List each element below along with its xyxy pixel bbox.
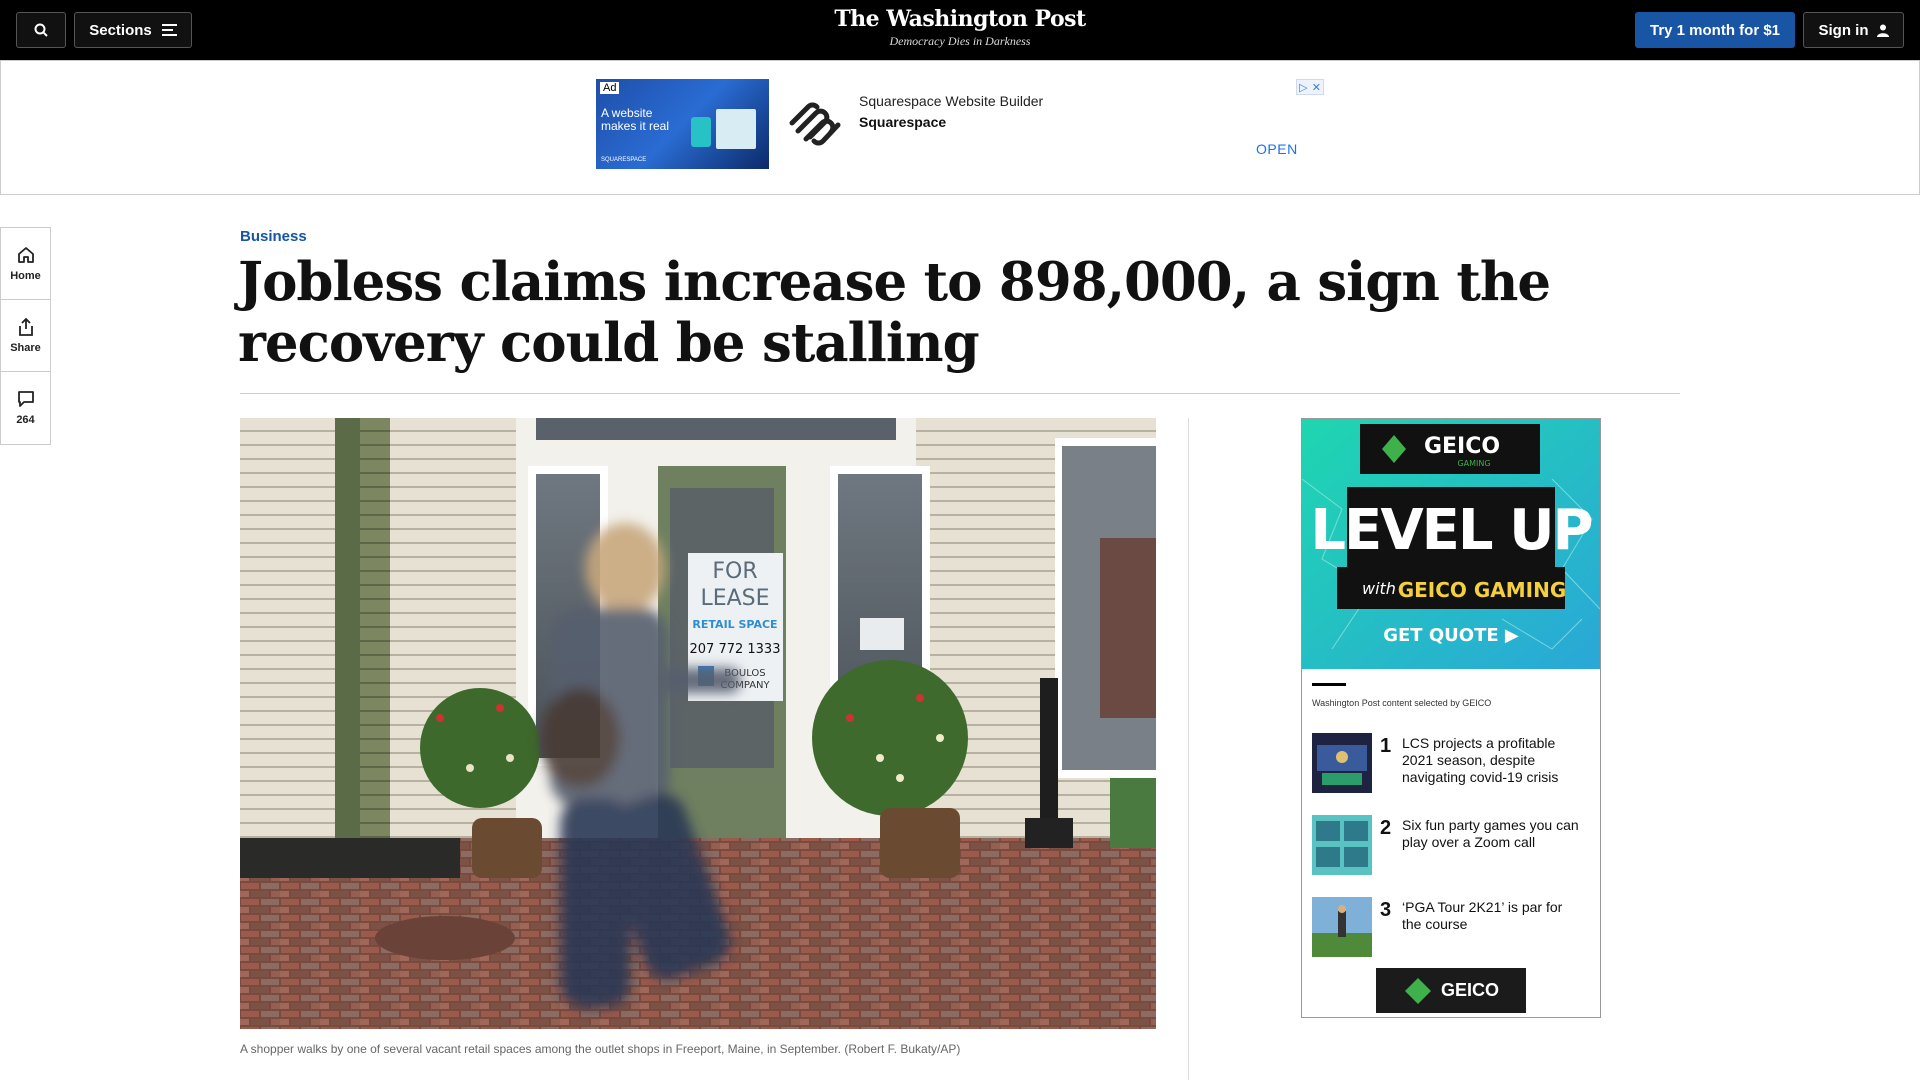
site-logo: The Washington Post — [834, 6, 1086, 32]
sign-in-label: Sign in — [1818, 21, 1869, 39]
geico-headline-2: GEICO GAMING — [1398, 578, 1567, 602]
ad-thumbnail: Ad A website makes it real SQUARESPACE — [596, 79, 769, 169]
sponsored-num-3: 3 — [1380, 899, 1392, 921]
photo-caption: A shopper walks by one of several vacant… — [240, 1042, 961, 1056]
rail-home-label: Home — [10, 269, 41, 282]
sections-button[interactable]: Sections — [74, 12, 192, 48]
sponsored-text-2: Six fun party games you can play over a … — [1402, 817, 1579, 850]
sign-in-button[interactable]: Sign in — [1803, 12, 1904, 48]
rail-comments-count: 264 — [16, 414, 35, 426]
left-action-rail: Home Share 264 — [0, 227, 51, 445]
comment-icon — [17, 391, 34, 407]
geico-headline-1: LEVEL UP — [1310, 498, 1591, 563]
sections-label: Sections — [89, 21, 152, 39]
geico-banner-image: GEICO GAMING LEVEL UP with GEICO GAMING … — [1302, 419, 1600, 669]
site-tagline: Democracy Dies in Darkness — [889, 34, 1031, 48]
sponsored-item-2[interactable]: 2 Six fun party games you can play over … — [1312, 815, 1592, 877]
product-image — [691, 117, 711, 147]
subscribe-button[interactable]: Try 1 month for $1 — [1635, 12, 1795, 48]
sponsored-label: Washington Post content selected by GEIC… — [1312, 698, 1492, 708]
sign-line2: LEASE — [700, 586, 769, 611]
sponsored-text-3: ‘PGA Tour 2K21’ is par for the course — [1402, 899, 1563, 932]
user-icon — [1876, 24, 1889, 37]
rail-share-button[interactable]: Share — [1, 300, 50, 372]
rail-home-button[interactable]: Home — [1, 228, 50, 300]
rail-share-label: Share — [10, 341, 41, 354]
sponsored-num-1: 1 — [1380, 735, 1392, 757]
menu-icon — [161, 24, 177, 36]
ad-choices-icon[interactable]: ▷ ✕ — [1296, 79, 1324, 95]
geico-cta: GET QUOTE ▶ — [1383, 625, 1519, 646]
column-divider — [1188, 418, 1189, 1080]
sign-line3: RETAIL SPACE — [692, 618, 777, 631]
top-ad-container: Ad A website makes it real SQUARESPACE S… — [0, 60, 1920, 195]
ad-badge: Ad — [600, 82, 620, 94]
accent-bar — [1312, 683, 1346, 686]
search-icon — [34, 23, 48, 37]
sign-phone: 207 772 1333 — [690, 642, 781, 657]
search-button[interactable] — [16, 12, 66, 48]
adchoices-play-icon: ▷ — [1299, 81, 1308, 94]
share-icon — [18, 317, 33, 336]
ad-close-icon: ✕ — [1311, 81, 1321, 94]
ad-brand: Squarespace — [859, 114, 947, 130]
geico-logo-icon — [1404, 977, 1431, 1004]
geico-footer-brand: GEICO — [1440, 980, 1499, 1000]
ad-thumb-text: A website makes it real — [601, 106, 670, 133]
squarespace-logo-icon — [789, 102, 841, 146]
storefront-illustration: FOR LEASE RETAIL SPACE 207 772 1333 BOUL… — [240, 418, 1156, 1029]
squarespace-ad[interactable]: Ad A website makes it real SQUARESPACE S… — [596, 79, 1326, 171]
sponsored-text-1: LCS projects a profitable 2021 season, d… — [1402, 735, 1559, 785]
lead-photo[interactable]: FOR LEASE RETAIL SPACE 207 772 1333 BOUL… — [240, 418, 1156, 1029]
geico-brand: GEICO — [1424, 434, 1500, 459]
sponsored-item-1[interactable]: 1 LCS projects a profitable 2021 season,… — [1312, 733, 1592, 795]
sign-line1: FOR — [712, 559, 757, 584]
article-headline: Jobless claims increase to 898,000, a si… — [238, 251, 1551, 374]
device-image — [716, 109, 756, 149]
sponsored-num-2: 2 — [1380, 817, 1392, 839]
sponsored-thumb-1 — [1312, 733, 1372, 793]
geico-sub: GAMING — [1457, 459, 1490, 468]
geico-with: with — [1362, 579, 1396, 598]
headline-divider — [240, 393, 1680, 394]
sponsored-thumb-3 — [1312, 897, 1372, 957]
masthead-logo[interactable]: The Washington Post Democracy Dies in Da… — [760, 6, 1160, 49]
sponsored-item-3[interactable]: 3 ‘PGA Tour 2K21’ is par for the course — [1312, 897, 1592, 959]
sponsored-thumb-2 — [1312, 815, 1372, 875]
home-icon — [17, 246, 34, 263]
ad-thumb-brand: SQUARESPACE — [601, 157, 647, 163]
ad-title: Squarespace Website Builder — [859, 93, 1044, 109]
geico-side-ad[interactable]: GEICO GAMING LEVEL UP with GEICO GAMING … — [1301, 418, 1601, 1018]
ad-open-button[interactable]: OPEN — [1256, 141, 1298, 157]
section-kicker[interactable]: Business — [240, 228, 307, 245]
rail-comments-button[interactable]: 264 — [1, 372, 50, 444]
geico-footer-logo[interactable]: GEICO — [1376, 968, 1526, 1013]
top-nav-bar: Sections The Washington Post Democracy D… — [0, 0, 1920, 60]
